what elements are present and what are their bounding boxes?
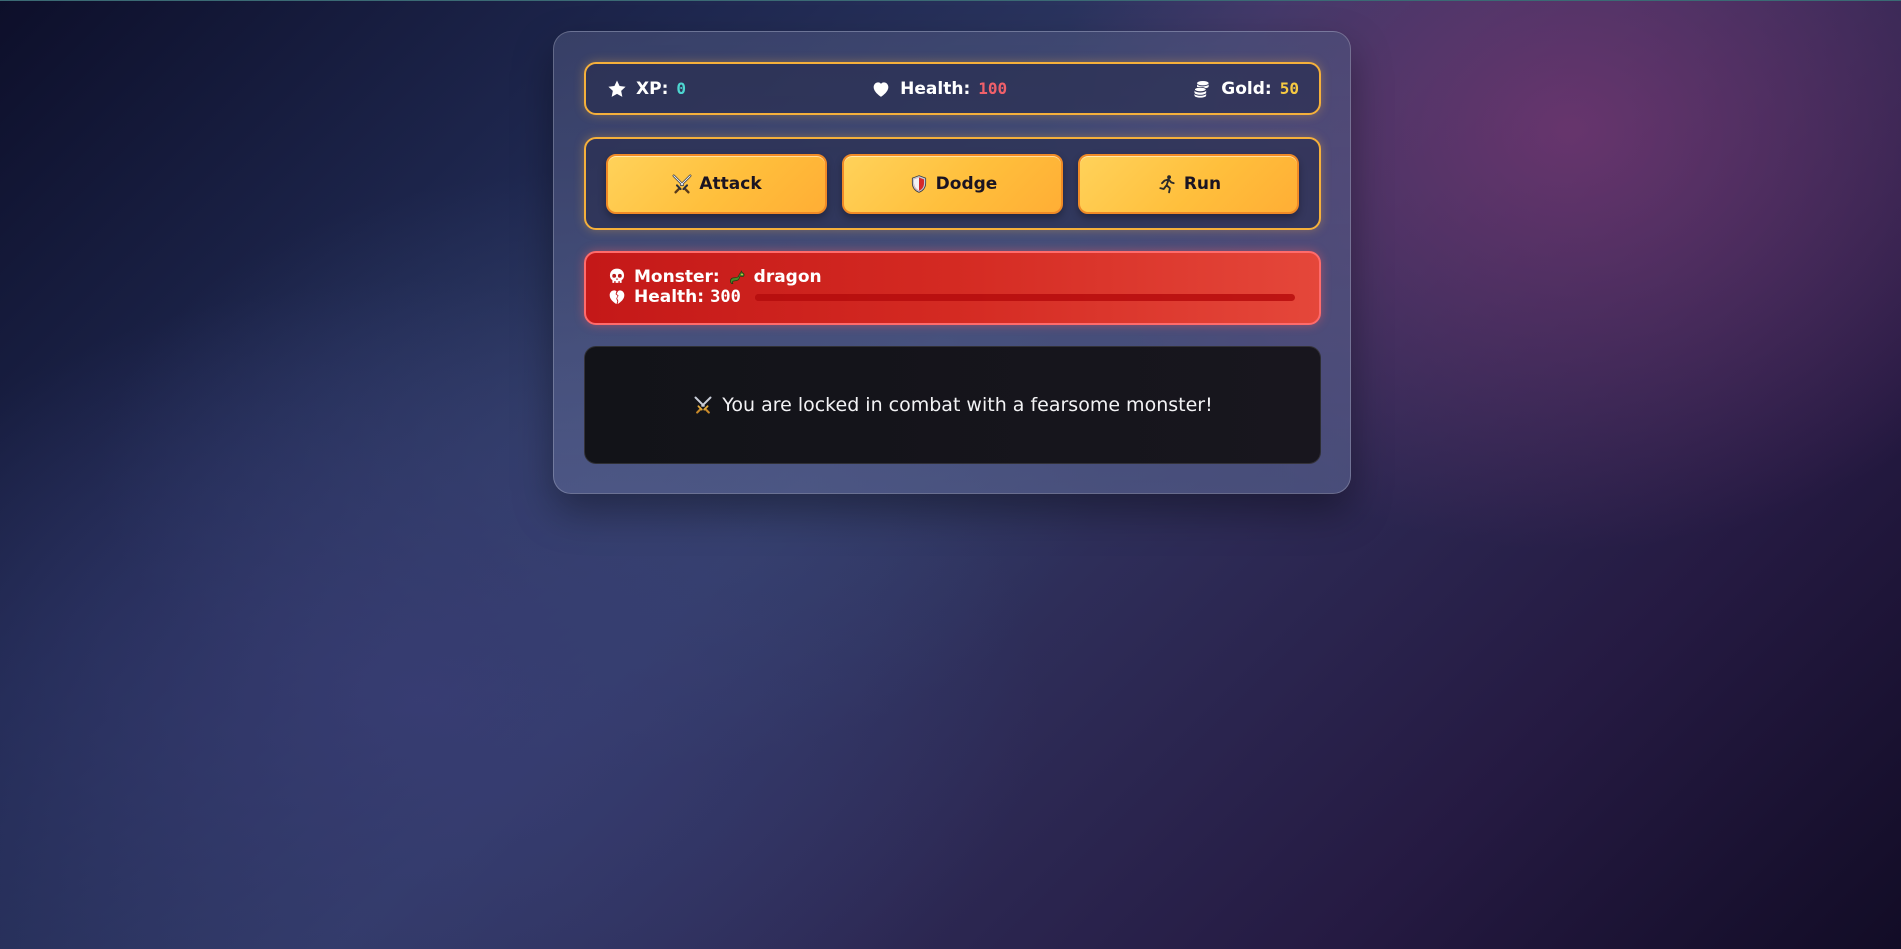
stats-bar: XP: 0 Health: 100 Gold: 50: [584, 62, 1321, 115]
dodge-label: Dodge: [935, 173, 998, 194]
monster-health-label: Health:: [634, 287, 705, 307]
heart-icon: [870, 78, 892, 100]
dodge-button[interactable]: Dodge: [842, 153, 1063, 214]
shield-icon: [908, 173, 930, 195]
monster-name: dragon: [753, 267, 822, 287]
top-edge-line: [0, 0, 1901, 1]
star-icon: [606, 78, 628, 100]
controls-panel: Attack Dodge Run: [584, 137, 1321, 230]
broken-heart-icon: [606, 286, 628, 308]
gold-stat: Gold: 50: [1191, 78, 1299, 100]
coins-icon: [1191, 78, 1213, 100]
health-value: 100: [978, 79, 1008, 98]
game-panel: XP: 0 Health: 100 Gold: 50 Attack Dodge …: [553, 31, 1351, 494]
monster-health-value: 300: [710, 287, 741, 307]
dragon-icon: [726, 266, 748, 288]
monster-name-row: Monster: dragon: [606, 267, 1299, 287]
xp-label: XP:: [636, 78, 669, 99]
runner-icon: [1156, 173, 1178, 195]
monster-health-bar-fill: [754, 293, 1295, 301]
xp-value: 0: [676, 79, 687, 98]
run-button[interactable]: Run: [1078, 153, 1299, 214]
gold-label: Gold:: [1221, 78, 1272, 99]
crossed-swords-icon: [671, 173, 693, 195]
monster-stats-panel: Monster: dragon Health: 300: [584, 251, 1321, 325]
attack-button[interactable]: Attack: [606, 153, 827, 214]
gold-value: 50: [1279, 79, 1299, 98]
message-box: You are locked in combat with a fearsome…: [584, 346, 1321, 464]
health-label: Health:: [900, 78, 971, 99]
xp-stat: XP: 0: [606, 78, 686, 100]
skull-icon: [606, 266, 628, 288]
attack-label: Attack: [699, 173, 762, 194]
run-label: Run: [1183, 173, 1222, 194]
monster-health-row: Health: 300: [606, 287, 1299, 307]
health-stat: Health: 100: [870, 78, 1007, 100]
monster-name-label: Monster:: [634, 267, 720, 287]
monster-health-bar: [754, 293, 1295, 301]
crossed-swords-icon: [692, 394, 714, 416]
message-text: You are locked in combat with a fearsome…: [722, 394, 1213, 416]
